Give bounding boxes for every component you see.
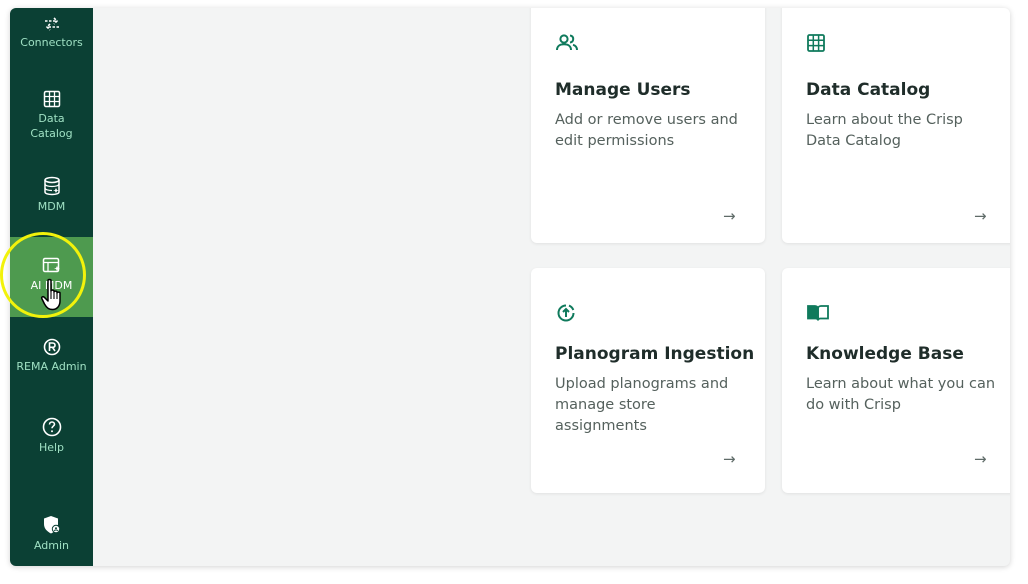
sidebar-item-rema-admin[interactable]: REMA Admin [10, 338, 93, 374]
book-icon [807, 305, 829, 321]
table-grid-icon [807, 34, 825, 52]
upload-circle-icon [557, 304, 575, 322]
sidebar-item-mdm[interactable]: MDM [10, 176, 93, 214]
connectors-icon [44, 17, 59, 31]
app-window: Connectors Data Catalog MDM AI MDM REMA … [10, 8, 1010, 566]
hand-pointer-icon [40, 278, 61, 311]
card-title: Manage Users [555, 80, 691, 100]
card-data-catalog[interactable]: Data Catalog Learn about the Crisp Data … [782, 8, 1010, 243]
card-manage-users[interactable]: Manage Users Add or remove users and edi… [531, 8, 765, 243]
sidebar-item-label: Data Catalog [30, 112, 73, 140]
sidebar-item-label: Connectors [20, 36, 83, 49]
table-grid-icon [43, 90, 60, 108]
database-icon [43, 176, 60, 196]
sidebar-item-admin[interactable]: Admin [10, 515, 93, 553]
sidebar-item-label: Help [38, 441, 65, 454]
arrow-right-icon: → [974, 450, 987, 468]
card-description: Add or remove users and edit permissions [555, 112, 738, 149]
card-description: Learn about the Crisp Data Catalog [806, 112, 963, 149]
ai-table-icon [42, 257, 60, 273]
card-title: Planogram Ingestion [555, 344, 755, 364]
rema-r-icon [43, 338, 60, 356]
card-planogram-ingestion[interactable]: Planogram Ingestion Upload planograms an… [531, 268, 765, 493]
sidebar-item-data-catalog[interactable]: Data Catalog [10, 90, 93, 141]
users-icon [556, 34, 578, 51]
card-description: Learn about what you can do with Crisp [806, 376, 996, 413]
card-title: Knowledge Base [806, 344, 964, 364]
arrow-right-icon: → [974, 207, 987, 225]
arrow-right-icon: → [723, 207, 736, 225]
card-title: Data Catalog [806, 80, 931, 100]
sidebar-item-label: MDM [37, 200, 66, 213]
sidebar-item-label: Admin [33, 539, 70, 552]
sidebar-item-help[interactable]: Help [10, 417, 93, 455]
help-circle-icon [42, 417, 61, 437]
card-description: Upload planograms and manage store assig… [555, 376, 729, 434]
sidebar-item-label: REMA Admin [16, 360, 87, 373]
admin-shield-icon [43, 516, 60, 534]
card-knowledge-base[interactable]: Knowledge Base Learn about what you can … [782, 268, 1010, 493]
arrow-right-icon: → [723, 450, 736, 468]
sidebar-item-connectors[interactable]: Connectors [10, 16, 93, 50]
